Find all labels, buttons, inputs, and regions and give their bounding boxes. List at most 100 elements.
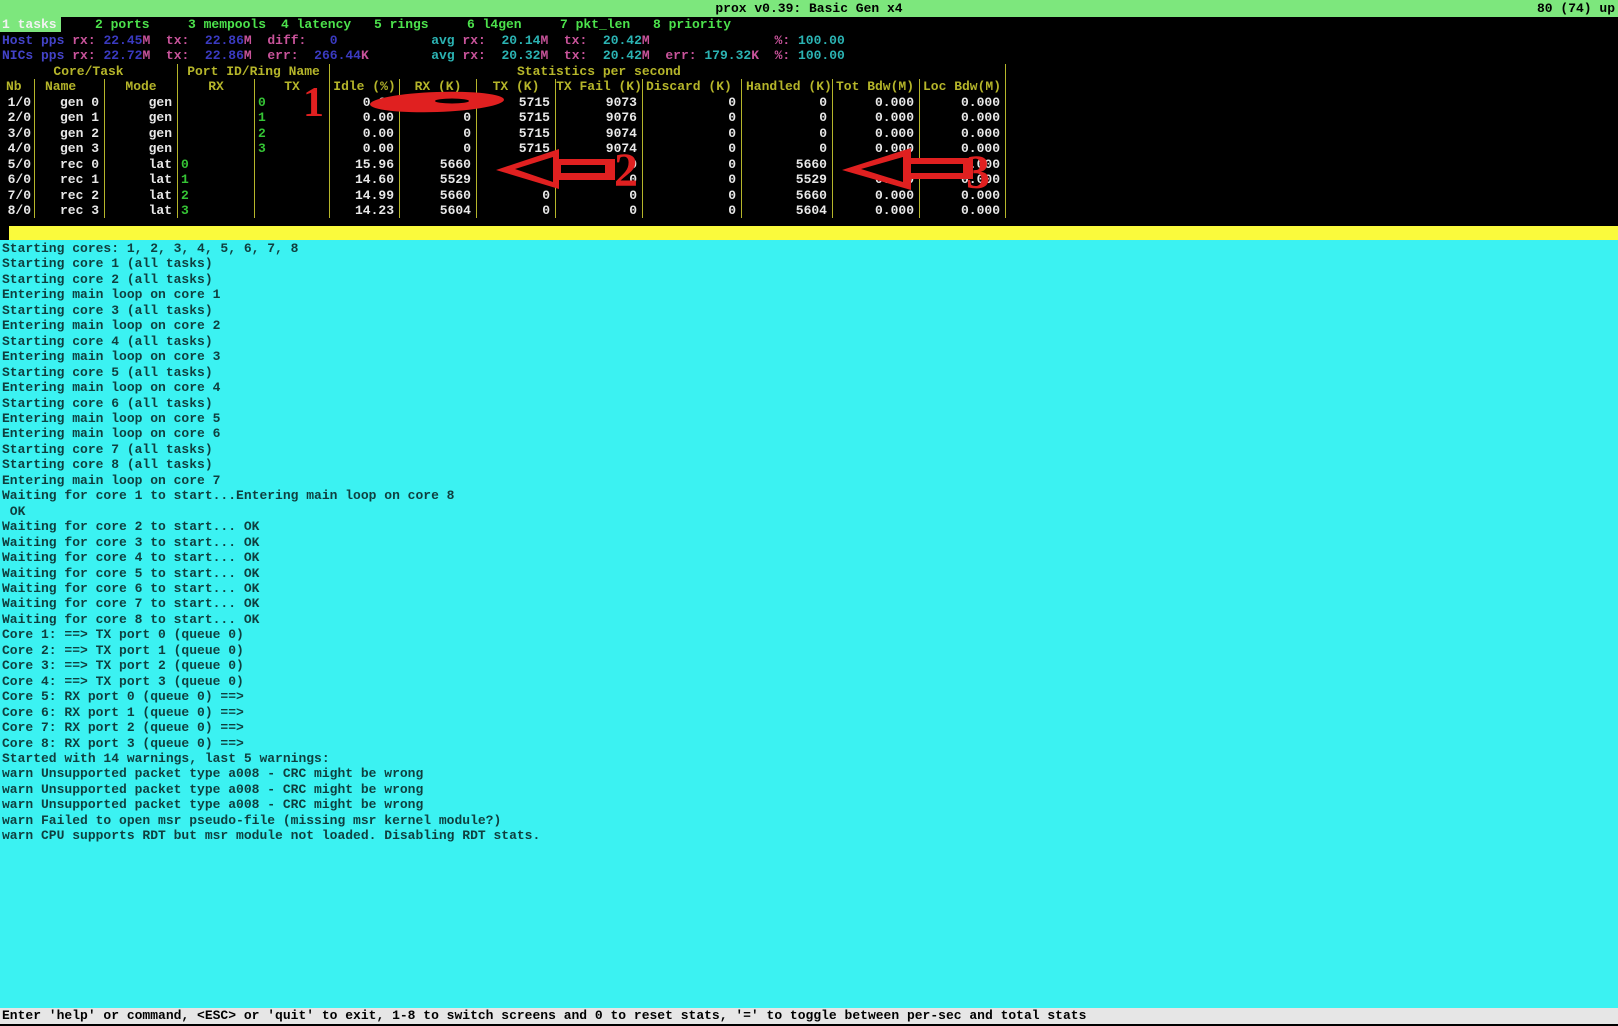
cell-discard_k: 0	[643, 141, 742, 156]
prox-terminal-screen: prox v0.39: Basic Gen x4 80 (74) up 1 ta…	[0, 0, 1618, 1026]
cell-tx_fail_k: 0	[556, 172, 643, 187]
stats-table: Core/Task Port ID/Ring Name Statistics p…	[0, 64, 1006, 218]
log-line: Started with 14 warnings, last 5 warning…	[0, 751, 1618, 766]
log-line: Starting core 3 (all tasks)	[0, 303, 1618, 318]
log-line: Waiting for core 3 to start... OK	[0, 535, 1618, 550]
log-line: Waiting for core 4 to start... OK	[0, 550, 1618, 565]
log-line: Starting core 7 (all tasks)	[0, 442, 1618, 457]
tab-label: 5 rings	[374, 17, 429, 32]
cell-mode: gen	[105, 110, 178, 125]
cell-idle: 15.96	[330, 157, 400, 172]
log-line: Core 1: ==> TX port 0 (queue 0)	[0, 627, 1618, 642]
log-line: Entering main loop on core 5	[0, 411, 1618, 426]
cell-tot_bdw: 0.000	[833, 188, 920, 203]
app-title: prox v0.39: Basic Gen x4	[0, 0, 1618, 17]
cell-rx_k: 5604	[400, 203, 477, 218]
column-header-name: Name	[35, 79, 105, 94]
cell-rx_k: 5529	[400, 172, 477, 187]
log-line: Starting core 6 (all tasks)	[0, 396, 1618, 411]
cell-rx_port	[178, 110, 255, 125]
cell-mode: lat	[105, 188, 178, 203]
tab-label: 6 l4gen	[467, 17, 522, 32]
log-line: Core 7: RX port 2 (queue 0) ==>	[0, 720, 1618, 735]
log-line: Waiting for core 5 to start... OK	[0, 566, 1618, 581]
cell-rx_port: 1	[178, 172, 255, 187]
tab-4-latency[interactable]: 4 latency	[281, 17, 374, 33]
stats-lines: Host pps rx: 22.45M tx: 22.86M diff: 0 a…	[2, 33, 845, 64]
log-line: Entering main loop on core 6	[0, 426, 1618, 441]
cell-loc_bdw: 0.000	[920, 141, 1006, 156]
cell-handled_k: 5529	[742, 172, 833, 187]
log-line: Core 4: ==> TX port 3 (queue 0)	[0, 674, 1618, 689]
cell-rx_port: 3	[178, 203, 255, 218]
group-header-statistics: Statistics per second	[330, 64, 1006, 79]
column-header-tx: TX	[255, 79, 330, 94]
cell-name: gen 3	[35, 141, 105, 156]
group-header-port-ring: Port ID/Ring Name	[178, 64, 330, 79]
tab-2-ports[interactable]: 2 ports	[95, 17, 188, 33]
cell-loc_bdw: 0.000	[920, 157, 1006, 172]
cell-name: rec 1	[35, 172, 105, 187]
cell-tx_fail_k: 9076	[556, 110, 643, 125]
tab-8-priority[interactable]: 8 priority	[653, 17, 746, 33]
cell-tot_bdw: 0.000	[833, 141, 920, 156]
log-line: warn Unsupported packet type a008 - CRC …	[0, 766, 1618, 781]
cell-tot_bdw: 0.000	[833, 126, 920, 141]
tab-3-mempools[interactable]: 3 mempools	[188, 17, 281, 33]
log-line: Entering main loop on core 3	[0, 349, 1618, 364]
log-line: Core 6: RX port 1 (queue 0) ==>	[0, 705, 1618, 720]
table-row: 3/0gen 2gen20.00057159074000.0000.000	[0, 126, 1006, 141]
tab-7-pkt_len[interactable]: 7 pkt_len	[560, 17, 653, 33]
log-line: Waiting for core 7 to start... OK	[0, 596, 1618, 611]
log-line: Waiting for core 1 to start...Entering m…	[0, 488, 1618, 503]
table-column-header-row: NbNameModeRXTXIdle (%)RX (K)TX (K)TX Fai…	[0, 79, 1006, 94]
cell-tx_port	[255, 172, 330, 187]
column-header-tx-k-: TX (K)	[477, 79, 556, 94]
cell-nb: 7/0	[0, 188, 35, 203]
log-line: Core 5: RX port 0 (queue 0) ==>	[0, 689, 1618, 704]
tab-5-rings[interactable]: 5 rings	[374, 17, 467, 33]
cell-discard_k: 0	[643, 172, 742, 187]
log-line: Waiting for core 2 to start... OK	[0, 519, 1618, 534]
cell-rx_k: 0	[400, 95, 477, 110]
cell-name: gen 2	[35, 126, 105, 141]
log-line: warn Unsupported packet type a008 - CRC …	[0, 782, 1618, 797]
cell-rx_port	[178, 95, 255, 110]
cell-rx_port: 0	[178, 157, 255, 172]
cell-tx_k: 5715	[477, 126, 556, 141]
log-line: OK	[0, 504, 1618, 519]
tab-label: 8 priority	[653, 17, 731, 32]
cell-tx_port: 2	[255, 126, 330, 141]
cell-mode: gen	[105, 95, 178, 110]
cell-nb: 2/0	[0, 110, 35, 125]
uptime-counter: 80 (74) up	[1537, 0, 1615, 17]
log-line: Entering main loop on core 7	[0, 473, 1618, 488]
cell-name: gen 1	[35, 110, 105, 125]
cell-tx_k: 5715	[477, 141, 556, 156]
cell-handled_k: 0	[742, 110, 833, 125]
log-line: warn CPU supports RDT but msr module not…	[0, 828, 1618, 843]
column-header-loc-bdw-m-: Loc Bdw(M)	[920, 79, 1006, 94]
cell-tx_k: 0	[477, 203, 556, 218]
stats-line-1: Host pps rx: 22.45M tx: 22.86M diff: 0 a…	[2, 33, 845, 48]
cell-name: rec 0	[35, 157, 105, 172]
table-row: 5/0rec 0lat015.96566000056600.0000.000	[0, 157, 1006, 172]
cell-tx_port: 0	[255, 95, 330, 110]
log-line: Starting cores: 1, 2, 3, 4, 5, 6, 7, 8	[0, 241, 1618, 256]
table-row: 4/0gen 3gen30.00057159074000.0000.000	[0, 141, 1006, 156]
cell-handled_k: 0	[742, 141, 833, 156]
cell-tot_bdw: 0.000	[833, 203, 920, 218]
cell-tx_port	[255, 157, 330, 172]
column-header-nb: Nb	[0, 79, 35, 94]
cell-idle: 0.00	[330, 110, 400, 125]
cell-discard_k: 0	[643, 188, 742, 203]
log-line: Entering main loop on core 2	[0, 318, 1618, 333]
tab-6-l4gen[interactable]: 6 l4gen	[467, 17, 560, 33]
cell-nb: 3/0	[0, 126, 35, 141]
cell-rx_k: 5660	[400, 157, 477, 172]
table-body: 1/0gen 0gen00.00057159073000.0000.0002/0…	[0, 95, 1006, 219]
tab-1-tasks[interactable]: 1 tasks	[2, 17, 95, 33]
column-header-rx: RX	[178, 79, 255, 94]
table-row: 1/0gen 0gen00.00057159073000.0000.000	[0, 95, 1006, 110]
cell-nb: 5/0	[0, 157, 35, 172]
